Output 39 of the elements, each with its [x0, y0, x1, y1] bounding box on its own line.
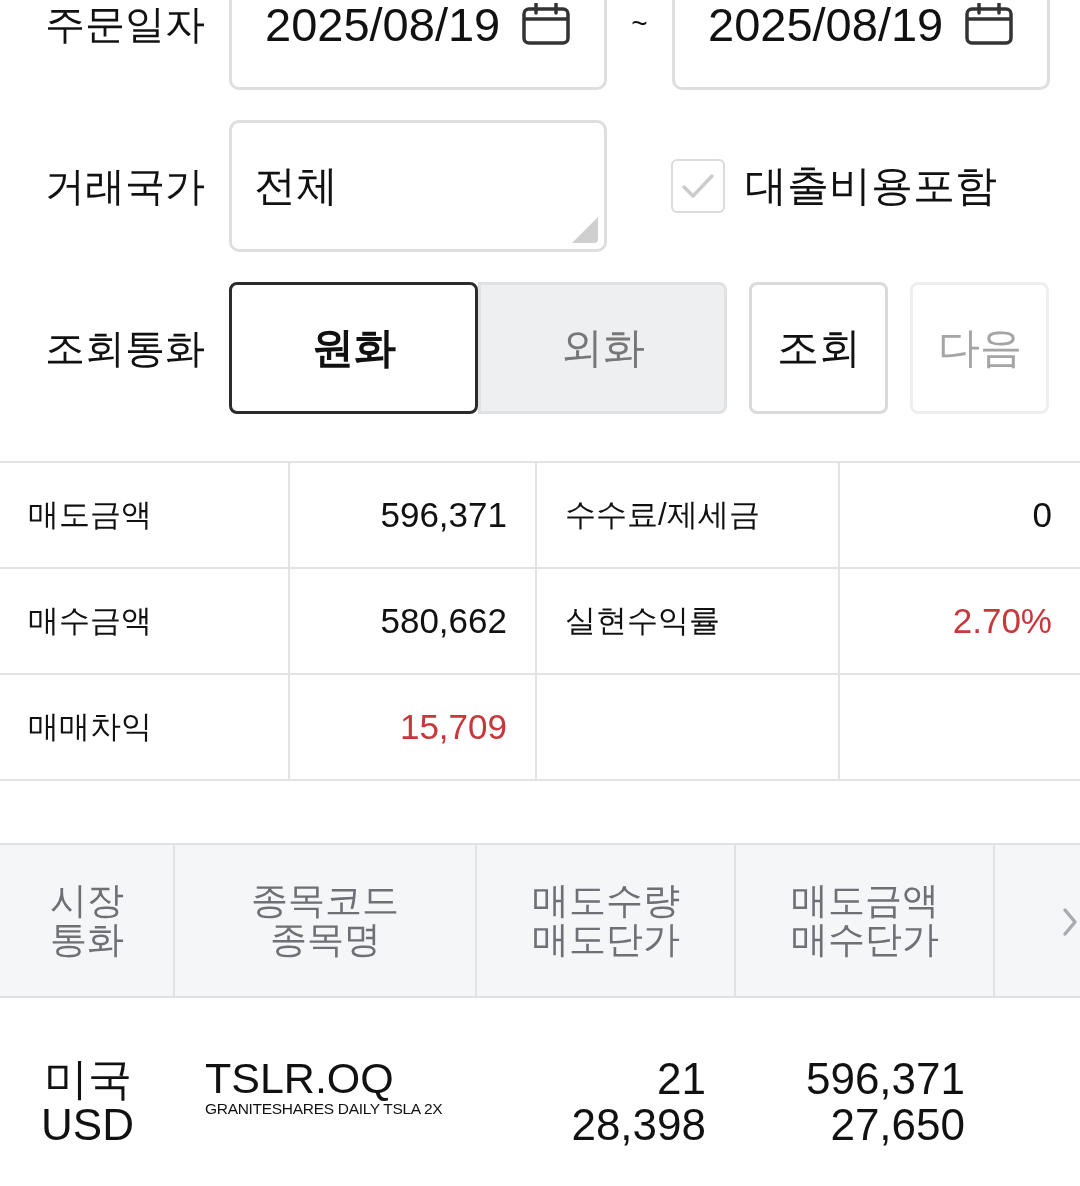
summary-value: 580,662 — [290, 569, 537, 675]
field-label: 조회통화 — [44, 324, 206, 372]
sell-amount: 596,371 — [805, 1056, 965, 1102]
summary-label: 수수료/제세금 — [537, 463, 840, 569]
summary-value: 2.70% — [840, 569, 1080, 675]
summary-label: 실현수익률 — [537, 569, 840, 675]
column-header: 종목코드 종목명 — [175, 845, 477, 996]
calendar-icon[interactable] — [522, 3, 571, 45]
summary-value: 0 — [840, 463, 1080, 569]
column-header: 매도수량 매도단가 — [477, 845, 736, 996]
currency-text: USD — [41, 1102, 134, 1148]
sell-price: 28,398 — [571, 1102, 706, 1148]
currency-toggle[interactable]: 외화 — [478, 282, 727, 414]
country-select[interactable]: 전체 — [229, 120, 607, 252]
field-label: 거래국가 — [44, 162, 206, 210]
action-button[interactable]: 조회 — [749, 282, 888, 414]
sell-quantity: 21 — [657, 1056, 706, 1102]
field-label: 주문일자 — [44, 0, 206, 48]
buy-price: 27,650 — [830, 1102, 965, 1148]
summary-value: 596,371 — [290, 463, 537, 569]
market-text: 미국 — [43, 1056, 132, 1102]
summary-label: 매수금액 — [0, 569, 290, 675]
column-header: 매도금액 매수단가 — [736, 845, 995, 996]
range-separator: ~ — [630, 8, 649, 40]
date-field[interactable]: 2025/08/19 — [672, 0, 1050, 90]
summary-label: 매도금액 — [0, 463, 290, 569]
calendar-icon[interactable] — [965, 3, 1014, 45]
summary-value: 15,709 — [290, 675, 537, 781]
check-icon — [681, 172, 715, 200]
triangle-icon — [572, 217, 598, 243]
summary-label: 매매차익 — [0, 675, 290, 781]
chevron-right-icon — [1062, 907, 1078, 937]
currency-toggle[interactable]: 원화 — [229, 282, 478, 414]
column-header: 시장 통화 — [0, 845, 175, 996]
stock-name: GRANITESHARES DAILY TSLA 2X — [205, 1100, 444, 1118]
date-field[interactable]: 2025/08/19 — [229, 0, 607, 90]
stock-code: TSLR.OQ — [205, 1056, 395, 1100]
checkbox[interactable] — [671, 159, 725, 213]
checkbox-label[interactable]: 대출비용포함 — [745, 158, 997, 214]
